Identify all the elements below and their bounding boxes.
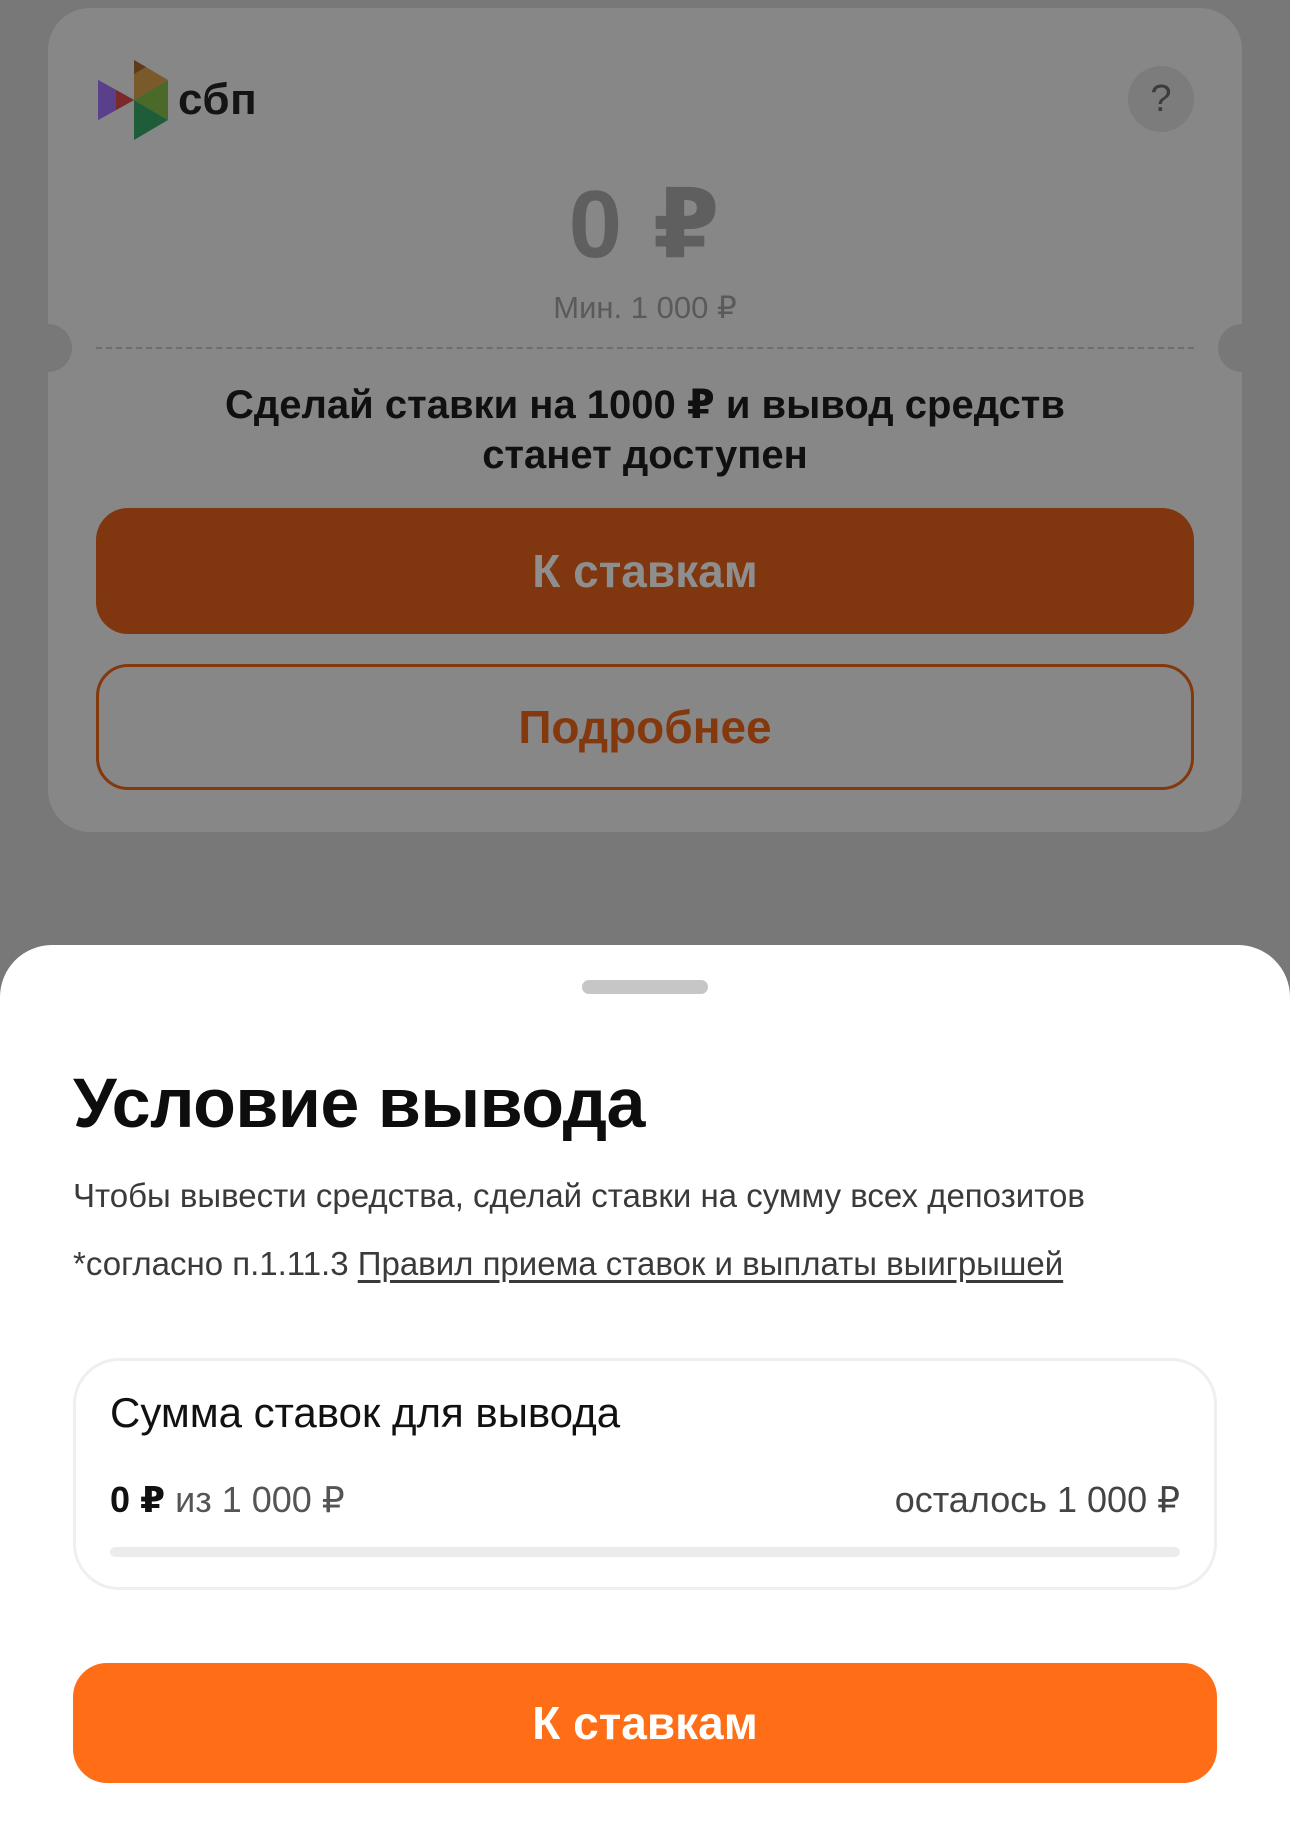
dashed-divider [96, 347, 1194, 349]
withdraw-info-line1: Сделай ставки на 1000 ₽ и вывод средств [225, 383, 1065, 427]
sheet-description: Чтобы вывести средства, сделай ставки на… [73, 1177, 1085, 1214]
sheet-title: Условие вывода [73, 1064, 645, 1142]
sbp-logo-icon [98, 60, 168, 140]
min-amount-label: Мин. 1 000 ₽ [553, 290, 737, 325]
rules-reference: *согласно п.1.11.3 Правил приема ставок … [73, 1245, 1063, 1283]
rules-link[interactable]: Правил приема ставок и выплаты выигрышей [358, 1245, 1063, 1282]
background-screen: сбп ? 0 ₽ Мин. 1 000 ₽ Сделай ставки на … [0, 0, 1290, 945]
progress-bar [110, 1547, 1180, 1557]
progress-title: Сумма ставок для вывода [110, 1389, 621, 1436]
withdraw-condition-sheet: Условие вывода Чтобы вывести средства, с… [0, 945, 1290, 1835]
withdraw-card: сбп ? 0 ₽ Мин. 1 000 ₽ Сделай ставки на … [24, 8, 1266, 832]
progress-current: 0 ₽ из 1 000 ₽ [110, 1479, 345, 1521]
go-to-bets-button[interactable]: К ставкам [73, 1663, 1217, 1783]
withdraw-info-text: Сделай ставки на 1000 ₽ и вывод средств … [48, 380, 1242, 480]
question-icon: ? [1150, 77, 1172, 120]
sheet-grabber-handle[interactable] [582, 980, 708, 994]
sbp-logo-text: сбп [178, 75, 258, 124]
amount-display: 0 ₽ [568, 171, 722, 278]
rules-prefix: *согласно п.1.11.3 [73, 1245, 358, 1282]
help-button[interactable]: ? [1128, 66, 1194, 132]
card-notch-right [1218, 324, 1266, 372]
progress-target: из 1 000 ₽ [165, 1479, 345, 1520]
bets-progress-card: Сумма ставок для вывода 0 ₽ из 1 000 ₽ о… [73, 1358, 1217, 1590]
progress-current-amount: 0 ₽ [110, 1479, 166, 1520]
withdraw-info-line2: станет доступен [482, 433, 808, 477]
sbp-logo: сбп [94, 56, 257, 144]
progress-remaining: осталось 1 000 ₽ [894, 1479, 1180, 1520]
card-notch-left [24, 324, 72, 372]
details-button[interactable]: Подробнее [96, 664, 1194, 790]
go-to-bets-button-background[interactable]: К ставкам [96, 508, 1194, 634]
